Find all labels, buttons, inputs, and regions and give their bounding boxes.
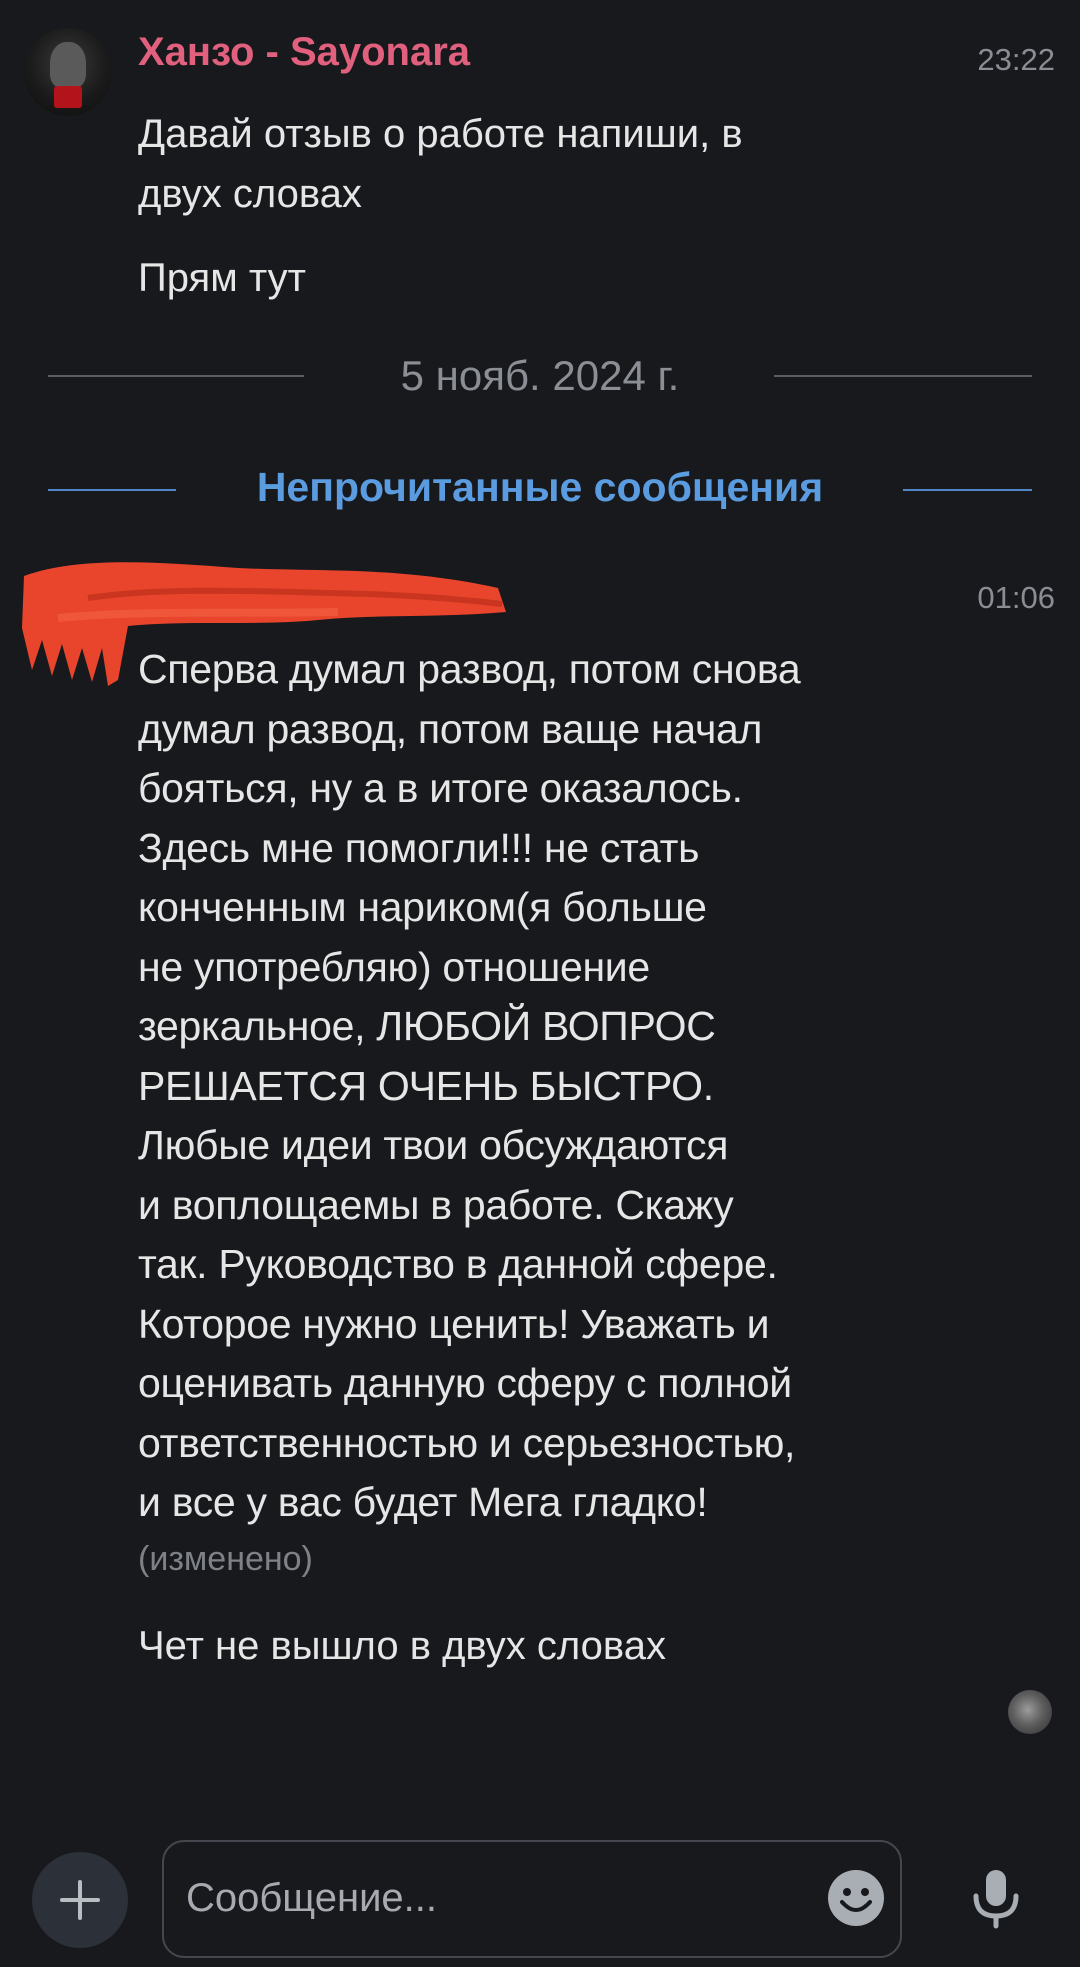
unread-separator: Непрочитанные сообщения	[256, 464, 824, 510]
message-text[interactable]: Давай отзыв о работе напиши, в двух слов…	[138, 104, 898, 224]
message-text[interactable]: Чет не вышло в двух словах	[138, 1616, 918, 1676]
message-time: 23:22	[977, 42, 1055, 77]
sender-name[interactable]: Ханзо - Sayonara	[138, 30, 470, 75]
message-time: 01:06	[977, 580, 1055, 615]
date-separator-line-right	[774, 375, 1032, 377]
message-text[interactable]: Сперва думал развод, потом снова думал р…	[138, 640, 918, 1533]
message-input[interactable]: Сообщение...	[162, 1840, 902, 1958]
read-receipt-avatar	[1008, 1690, 1052, 1734]
message-text[interactable]: Прям тут	[138, 248, 898, 308]
unread-separator-line-right	[903, 489, 1032, 491]
plus-icon	[60, 1880, 100, 1920]
message-input-placeholder: Сообщение...	[186, 1876, 438, 1920]
microphone-icon[interactable]	[968, 1866, 1024, 1930]
emoji-icon[interactable]	[826, 1868, 886, 1928]
attach-button[interactable]	[32, 1852, 128, 1948]
sender-avatar[interactable]	[24, 28, 112, 116]
edited-label: (изменено)	[138, 1540, 313, 1578]
